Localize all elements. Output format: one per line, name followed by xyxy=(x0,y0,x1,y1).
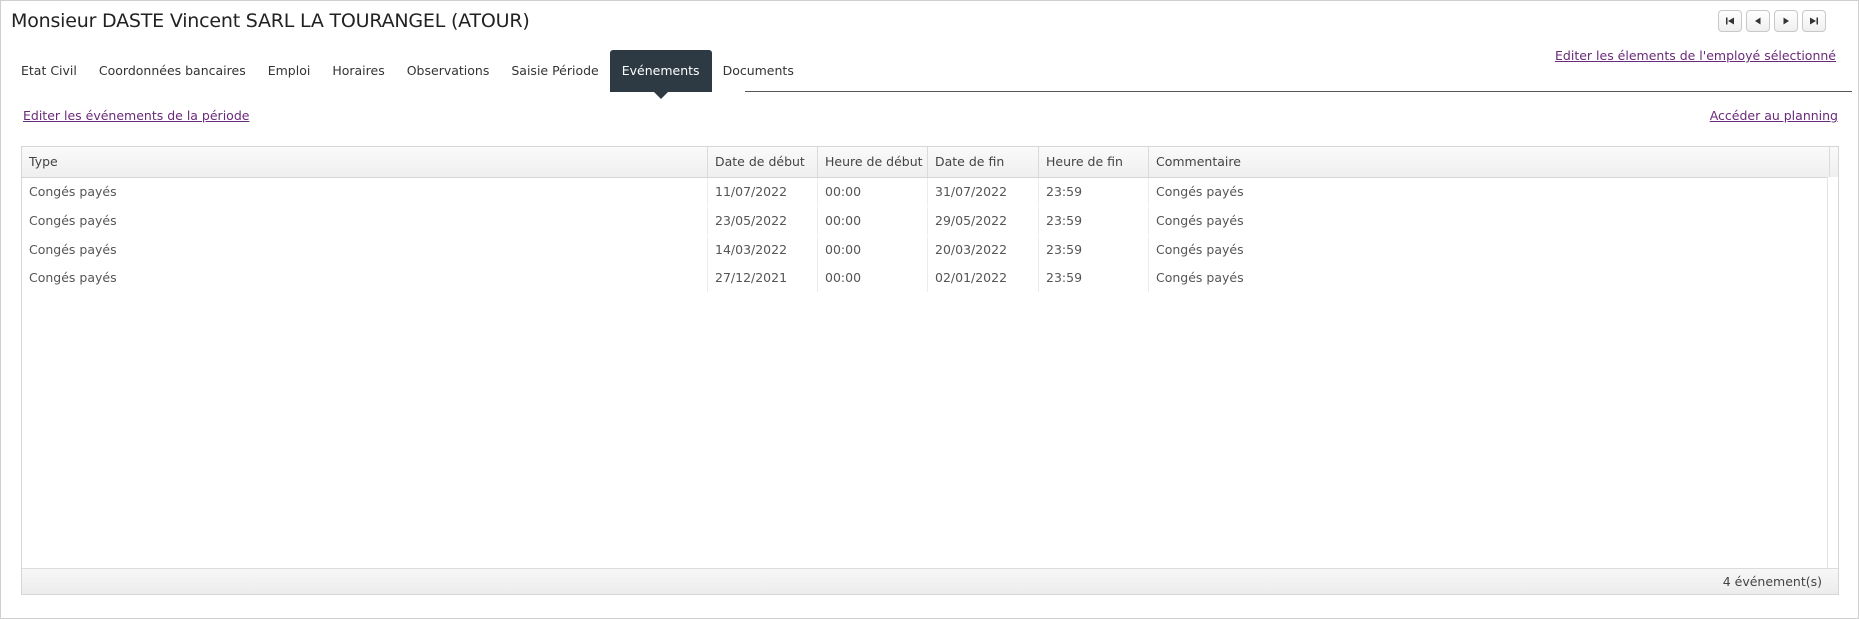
table-scrollbar[interactable] xyxy=(1827,177,1838,569)
next-icon xyxy=(1783,17,1789,25)
cell-date-debut: 11/07/2022 xyxy=(708,178,818,206)
next-record-button[interactable] xyxy=(1774,10,1798,32)
cell-heure-fin: 23:59 xyxy=(1039,207,1149,235)
tab-divider xyxy=(745,91,1852,92)
edit-period-events-link[interactable]: Editer les événements de la période xyxy=(23,108,249,123)
table-header: Type Date de début Heure de début Date d… xyxy=(22,147,1838,178)
cell-date-fin: 02/01/2022 xyxy=(928,264,1039,292)
cell-commentaire: Congés payés xyxy=(1156,270,1244,285)
tab-observations[interactable]: Observations xyxy=(396,50,501,92)
cell-date-fin: 20/03/2022 xyxy=(928,236,1039,264)
cell-type: Congés payés xyxy=(22,207,708,235)
tab-bar: Etat Civil Coordonnées bancaires Emploi … xyxy=(10,50,805,99)
cell-heure-debut: 00:00 xyxy=(818,207,928,235)
column-header-heure-fin[interactable]: Heure de fin xyxy=(1039,147,1149,177)
last-icon xyxy=(1810,17,1818,25)
cell-type: Congés payés xyxy=(22,236,708,264)
cell-heure-fin: 23:59 xyxy=(1039,178,1149,206)
record-navigation xyxy=(1718,10,1826,32)
column-header-date-fin[interactable]: Date de fin xyxy=(928,147,1039,177)
first-record-button[interactable] xyxy=(1718,10,1742,32)
tab-emploi[interactable]: Emploi xyxy=(257,50,322,92)
cell-date-debut: 14/03/2022 xyxy=(708,236,818,264)
first-icon xyxy=(1726,17,1734,25)
cell-commentaire: Congés payés xyxy=(1156,213,1244,228)
table-row[interactable]: Congés payés 14/03/2022 00:00 20/03/2022… xyxy=(22,236,1828,264)
cell-heure-debut: 00:00 xyxy=(818,178,928,206)
previous-record-button[interactable] xyxy=(1746,10,1770,32)
tab-etat-civil[interactable]: Etat Civil xyxy=(10,50,88,92)
table-row[interactable]: Congés payés 27/12/2021 00:00 02/01/2022… xyxy=(22,264,1828,292)
cell-heure-fin: 23:59 xyxy=(1039,236,1149,264)
edit-employee-link[interactable]: Editer les élements de l'employé sélecti… xyxy=(1555,48,1836,63)
tab-horaires[interactable]: Horaires xyxy=(321,50,395,92)
event-count: 4 événement(s) xyxy=(1722,574,1822,589)
cell-commentaire: Congés payés xyxy=(1156,242,1244,257)
column-header-type[interactable]: Type xyxy=(22,147,708,177)
cell-heure-debut: 00:00 xyxy=(818,236,928,264)
last-record-button[interactable] xyxy=(1802,10,1826,32)
tab-saisie-periode[interactable]: Saisie Période xyxy=(500,50,609,92)
tab-coordonnees-bancaires[interactable]: Coordonnées bancaires xyxy=(88,50,257,92)
table-footer: 4 événement(s) xyxy=(22,568,1838,594)
cell-date-fin: 31/07/2022 xyxy=(928,178,1039,206)
planning-link[interactable]: Accéder au planning xyxy=(1710,108,1838,123)
cell-heure-fin: 23:59 xyxy=(1039,264,1149,292)
cell-type: Congés payés xyxy=(22,264,708,292)
cell-date-debut: 27/12/2021 xyxy=(708,264,818,292)
page-title: Monsieur DASTE Vincent SARL LA TOURANGEL… xyxy=(11,10,530,32)
cell-commentaire: Congés payés xyxy=(1156,184,1244,199)
events-table: Type Date de début Heure de début Date d… xyxy=(21,146,1839,595)
tab-documents[interactable]: Documents xyxy=(712,50,805,92)
cell-heure-debut: 00:00 xyxy=(818,264,928,292)
cell-date-fin: 29/05/2022 xyxy=(928,207,1039,235)
table-row[interactable]: Congés payés 11/07/2022 00:00 31/07/2022… xyxy=(22,178,1828,206)
employee-panel: Monsieur DASTE Vincent SARL LA TOURANGEL… xyxy=(0,0,1859,619)
column-header-commentaire[interactable]: Commentaire xyxy=(1149,147,1830,177)
tab-evenements[interactable]: Evénements xyxy=(609,50,712,99)
column-header-date-debut[interactable]: Date de début xyxy=(708,147,818,177)
cell-type: Congés payés xyxy=(22,178,708,206)
previous-icon xyxy=(1755,17,1761,25)
column-header-heure-debut[interactable]: Heure de début xyxy=(818,147,928,177)
table-row[interactable]: Congés payés 23/05/2022 00:00 29/05/2022… xyxy=(22,207,1828,235)
cell-date-debut: 23/05/2022 xyxy=(708,207,818,235)
